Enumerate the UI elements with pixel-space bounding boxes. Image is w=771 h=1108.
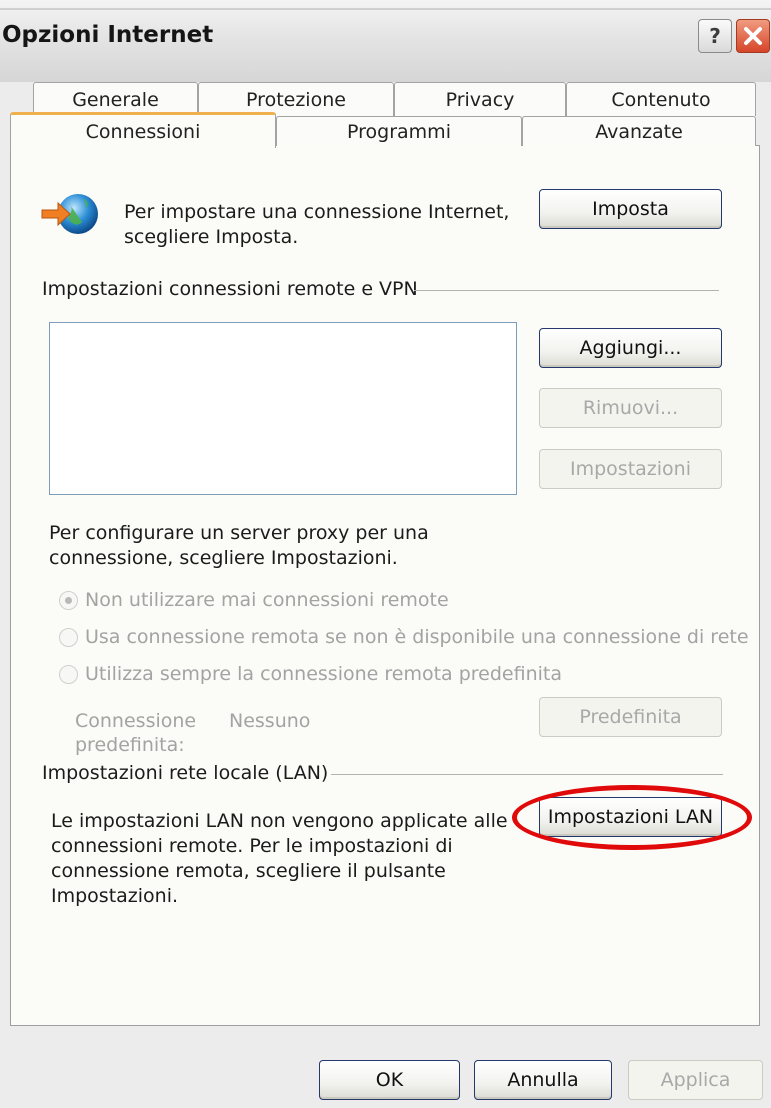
default-connection-label-line1: Connessione xyxy=(75,710,197,732)
radio-always-dial[interactable] xyxy=(59,665,78,684)
radio-always-dial-label: Utilizza sempre la connessione remota pr… xyxy=(85,663,563,685)
lan-section-label: Impostazioni rete locale (LAN) xyxy=(42,762,329,784)
proxy-text-line2: connessione, scegliere Impostazioni. xyxy=(49,547,398,569)
ok-button[interactable]: OK xyxy=(319,1060,460,1100)
dialup-separator xyxy=(414,290,719,291)
radio-never-dial-label: Non utilizzare mai connessioni remote xyxy=(85,589,449,611)
lan-text-line4: Impostazioni. xyxy=(51,885,179,907)
apply-button[interactable]: Applica xyxy=(628,1060,763,1100)
title-bar[interactable]: Opzioni Internet ? xyxy=(0,0,771,82)
dialup-section-label: Impostazioni connessioni remote e VPN xyxy=(42,278,418,300)
window-title: Opzioni Internet xyxy=(2,22,214,48)
connection-settings-button[interactable]: Impostazioni xyxy=(539,449,722,489)
tab-programmi[interactable]: Programmi xyxy=(276,116,522,146)
imposta-button[interactable]: Imposta xyxy=(539,189,722,229)
radio-never-dial[interactable] xyxy=(59,591,78,610)
cancel-button[interactable]: Annulla xyxy=(474,1060,612,1100)
default-connection-value: Nessuno xyxy=(229,710,311,732)
default-connection-label-line2: predefinita: xyxy=(75,734,185,756)
radio-dial-when-no-network[interactable] xyxy=(59,628,78,647)
help-icon[interactable]: ? xyxy=(698,19,732,53)
tab-protezione[interactable]: Protezione xyxy=(198,82,394,116)
lan-text-line3: connessione remota, scegliere il pulsant… xyxy=(51,860,446,882)
network-globe-icon xyxy=(40,190,104,238)
proxy-text-line1: Per configurare un server proxy per una xyxy=(49,522,429,544)
setup-text-line1: Per impostare una connessione Internet, xyxy=(124,201,510,223)
tab-contenuto[interactable]: Contenuto xyxy=(566,82,756,116)
tab-avanzate[interactable]: Avanzate xyxy=(522,116,756,146)
lan-settings-button[interactable]: Impostazioni LAN xyxy=(539,797,722,837)
connections-list[interactable] xyxy=(49,322,517,495)
lan-separator xyxy=(331,774,723,775)
add-button[interactable]: Aggiungi... xyxy=(539,328,722,368)
remove-button[interactable]: Rimuovi... xyxy=(539,388,722,428)
tab-generale[interactable]: Generale xyxy=(33,82,198,116)
close-icon[interactable] xyxy=(736,19,770,53)
lan-text-line2: connessioni remote. Per le impostazioni … xyxy=(51,835,453,857)
radio-dial-when-no-network-label: Usa connessione remota se non è disponib… xyxy=(85,626,749,648)
tab-connessioni[interactable]: Connessioni xyxy=(10,112,276,148)
predefinita-button[interactable]: Predefinita xyxy=(539,697,722,737)
setup-text-line2: scegliere Imposta. xyxy=(124,226,299,248)
lan-text-line1: Le impostazioni LAN non vengono applicat… xyxy=(51,810,508,832)
tab-privacy[interactable]: Privacy xyxy=(394,82,566,116)
